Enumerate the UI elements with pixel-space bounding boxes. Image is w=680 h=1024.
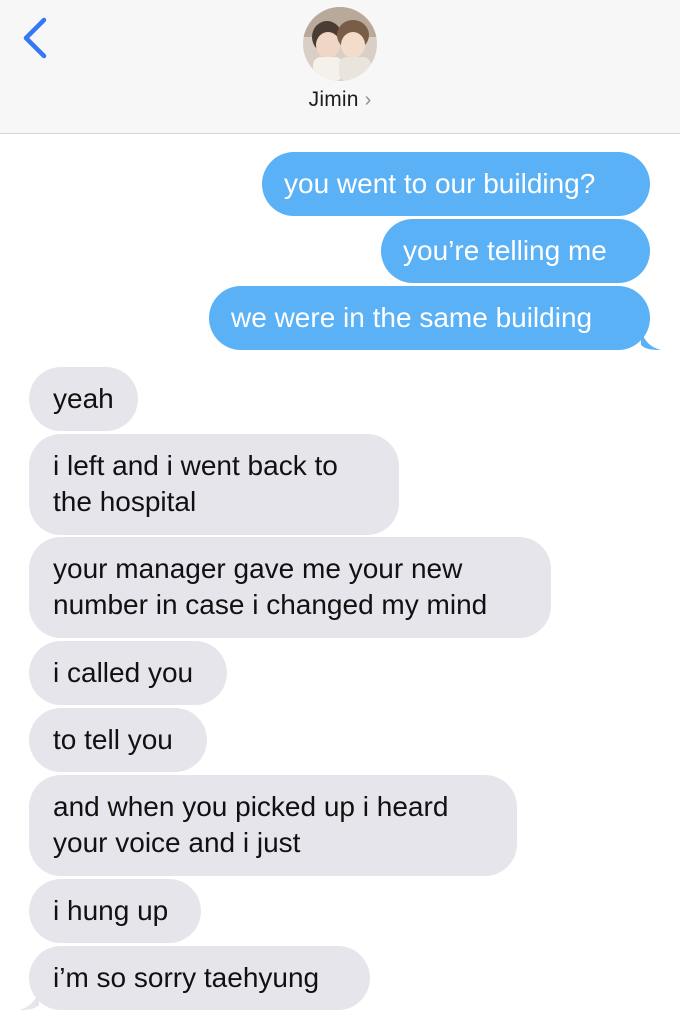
back-button[interactable] (14, 14, 58, 64)
sent-message[interactable]: we were in the same building (209, 286, 650, 350)
chevron-right-icon: › (364, 89, 372, 111)
contact-name-button[interactable]: Jimin › (0, 88, 680, 112)
conversation-header: Jimin › (0, 0, 680, 134)
received-message[interactable]: to tell you (29, 708, 207, 772)
received-message[interactable]: yeah (29, 367, 138, 431)
contact-avatar[interactable] (303, 7, 377, 81)
received-message[interactable]: i’m so sorry taehyung (29, 946, 370, 1010)
sent-message[interactable]: you went to our building? (262, 152, 650, 216)
avatar-photo (303, 7, 377, 81)
received-message[interactable]: your manager gave me your new number in … (29, 537, 551, 638)
sent-message[interactable]: you’re telling me (381, 219, 650, 283)
contact-name: Jimin (308, 88, 359, 111)
received-message[interactable]: i left and i went back to the hospital (29, 434, 399, 535)
received-message[interactable]: and when you picked up i heard your voic… (29, 775, 517, 876)
received-message[interactable]: i hung up (29, 879, 201, 943)
received-message[interactable]: i called you (29, 641, 227, 705)
back-chevron-icon (23, 17, 47, 59)
